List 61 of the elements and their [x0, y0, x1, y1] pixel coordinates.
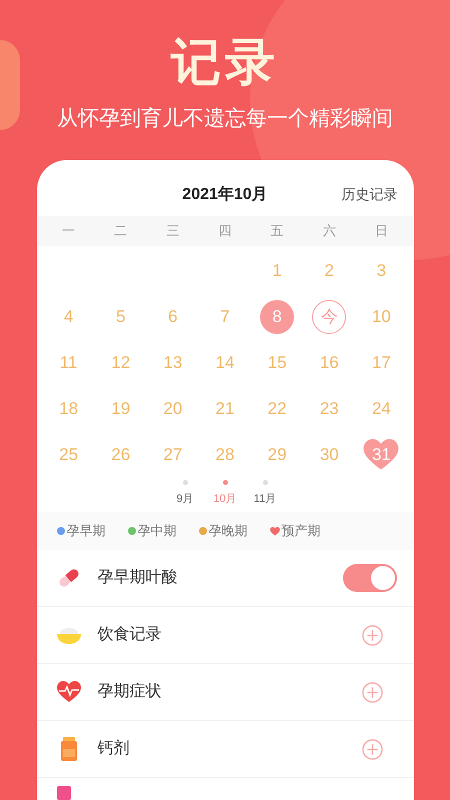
calendar-day[interactable]: 20	[163, 396, 182, 422]
weekday-label: 四	[217, 222, 232, 240]
calendar-day[interactable]: 6	[168, 304, 178, 330]
calendar-day[interactable]: 7	[220, 304, 230, 330]
legend-label: 孕晚期	[208, 522, 248, 540]
weekday-label: 一	[61, 222, 76, 240]
calendar-day[interactable]: 27	[163, 442, 182, 468]
month-tab[interactable]: 10月	[209, 480, 241, 512]
calendar-day[interactable]: 18	[59, 396, 78, 422]
weekday-label: 六	[322, 222, 337, 240]
add-button[interactable]	[362, 738, 382, 760]
calendar-day[interactable]: 26	[111, 442, 130, 468]
calendar-day[interactable]: 24	[372, 396, 391, 422]
calendar-day[interactable]: 14	[216, 350, 234, 376]
month-tab[interactable]: 11月	[249, 480, 281, 512]
calendar-day[interactable]: 23	[320, 396, 339, 422]
selected-day[interactable]: 8	[260, 300, 294, 334]
calendar-day[interactable]: 1	[272, 258, 282, 284]
calendar-day[interactable]: 5	[116, 304, 126, 330]
toggle-switch[interactable]	[342, 564, 396, 592]
calendar-day[interactable]: 12	[111, 350, 130, 376]
record-icon	[56, 786, 70, 800]
calendar-day[interactable]: 11	[60, 350, 78, 376]
due-date-day[interactable]: 31	[363, 439, 400, 471]
weekday-label: 三	[165, 222, 180, 240]
record-label: 孕期症状	[98, 682, 162, 702]
today-day[interactable]: 今	[312, 300, 346, 334]
hero-title: 记录	[171, 33, 279, 92]
month-tab[interactable]: 9月	[169, 480, 201, 512]
weekday-label: 五	[270, 222, 285, 240]
calendar-day[interactable]: 22	[268, 396, 287, 422]
calendar-day[interactable]: 15	[268, 350, 287, 376]
month-title: 2021年10月	[182, 184, 268, 205]
calendar-day[interactable]: 13	[163, 350, 182, 376]
calendar-day[interactable]: 30	[320, 442, 339, 468]
add-button[interactable]	[362, 624, 382, 646]
calendar-day[interactable]: 29	[268, 442, 287, 468]
calendar-day[interactable]: 19	[111, 396, 130, 422]
record-label: 饮食记录	[98, 625, 162, 645]
weekday-label: 日	[374, 222, 389, 240]
calendar-day[interactable]: 28	[216, 442, 234, 468]
calendar-day[interactable]: 2	[324, 258, 334, 284]
history-link[interactable]: 历史记录	[342, 184, 398, 205]
legend-label: 预产期	[282, 522, 320, 540]
heartbeat-icon	[56, 681, 80, 703]
calendar-day[interactable]: 4	[64, 304, 74, 330]
weekday-label: 二	[113, 222, 128, 240]
legend-label: 孕早期	[66, 522, 106, 540]
bowl-icon	[56, 625, 82, 645]
calendar-day[interactable]: 16	[320, 350, 339, 376]
record-label: 孕早期叶酸	[98, 568, 178, 588]
bottle-icon	[60, 737, 78, 761]
calendar-day[interactable]: 10	[372, 304, 391, 330]
calendar-day[interactable]: 17	[372, 350, 391, 376]
calendar-day[interactable]: 21	[216, 396, 234, 422]
hero-subtitle: 从怀孕到育儿不遗忘每一个精彩瞬间	[57, 106, 393, 132]
calendar-day[interactable]: 3	[376, 258, 386, 284]
record-label: 钙剂	[98, 738, 130, 759]
add-button[interactable]	[362, 682, 382, 702]
calendar-day[interactable]: 25	[59, 442, 78, 468]
legend-label: 孕中期	[138, 522, 176, 540]
